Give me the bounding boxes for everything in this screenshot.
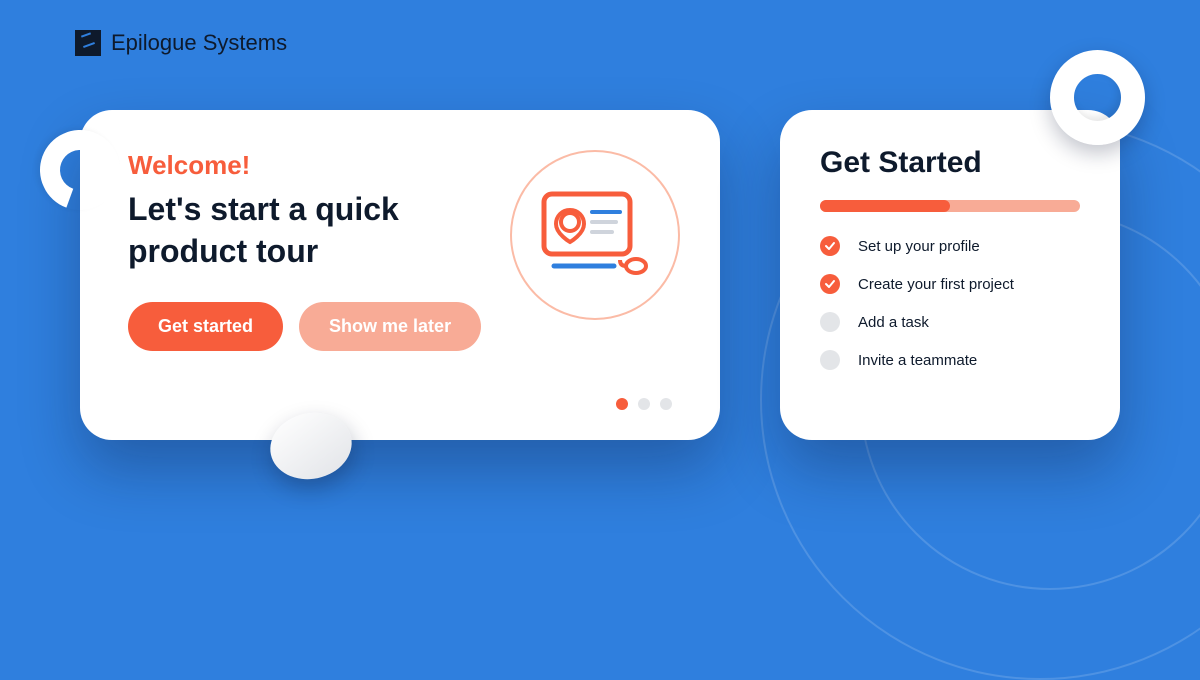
brand-name: Epilogue Systems xyxy=(111,30,287,56)
pager-dot-3[interactable] xyxy=(660,398,672,410)
get-started-button[interactable]: Get started xyxy=(128,302,283,351)
checklist: Set up your profile Create your first pr… xyxy=(820,236,1080,370)
tour-heading: Let's start a quick product tour xyxy=(128,189,468,272)
get-started-card: Get Started Set up your profile Create y… xyxy=(780,110,1120,440)
check-icon xyxy=(820,236,840,256)
checklist-item-label: Add a task xyxy=(858,314,929,331)
logo-icon xyxy=(75,30,101,56)
check-icon xyxy=(820,312,840,332)
monitor-location-icon xyxy=(540,190,650,280)
brand-logo: Epilogue Systems xyxy=(75,30,287,56)
checklist-item-label: Create your first project xyxy=(858,276,1014,293)
checklist-item-label: Invite a teammate xyxy=(858,352,977,369)
progress-fill xyxy=(820,200,950,212)
checklist-title: Get Started xyxy=(820,146,1080,180)
check-icon xyxy=(820,274,840,294)
tour-illustration xyxy=(510,150,680,320)
progress-bar xyxy=(820,200,1080,212)
checklist-item-profile[interactable]: Set up your profile xyxy=(820,236,1080,256)
checklist-item-label: Set up your profile xyxy=(858,238,980,255)
decoration-ring-top xyxy=(1050,50,1145,145)
checklist-item-project[interactable]: Create your first project xyxy=(820,274,1080,294)
checklist-item-teammate[interactable]: Invite a teammate xyxy=(820,350,1080,370)
show-me-later-button[interactable]: Show me later xyxy=(299,302,481,351)
product-tour-card: Welcome! Let's start a quick product tou… xyxy=(80,110,720,440)
pager-dot-1[interactable] xyxy=(616,398,628,410)
checklist-item-task[interactable]: Add a task xyxy=(820,312,1080,332)
check-icon xyxy=(820,350,840,370)
tour-pager xyxy=(616,398,672,410)
pager-dot-2[interactable] xyxy=(638,398,650,410)
